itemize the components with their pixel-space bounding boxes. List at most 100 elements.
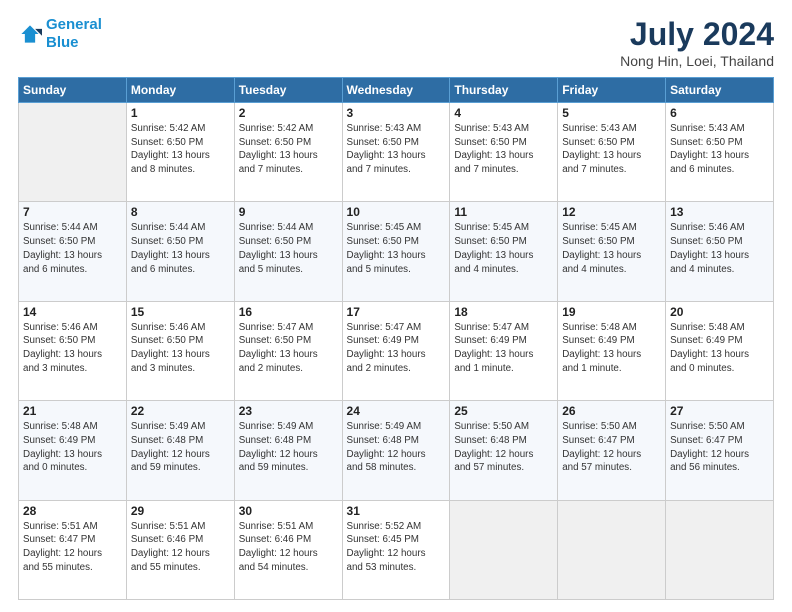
day-info: Sunrise: 5:49 AM Sunset: 6:48 PM Dayligh… bbox=[239, 420, 338, 475]
calendar-cell: 3 Sunrise: 5:43 AM Sunset: 6:50 PM Daylig… bbox=[342, 103, 450, 202]
day-info: Sunrise: 5:47 AM Sunset: 6:50 PM Dayligh… bbox=[239, 321, 338, 376]
day-number: 31 bbox=[347, 504, 446, 518]
day-info: Sunrise: 5:47 AM Sunset: 6:49 PM Dayligh… bbox=[454, 321, 553, 376]
day-info: Sunrise: 5:52 AM Sunset: 6:45 PM Dayligh… bbox=[347, 520, 446, 575]
day-number: 5 bbox=[562, 106, 661, 120]
day-info: Sunrise: 5:42 AM Sunset: 6:50 PM Dayligh… bbox=[131, 122, 230, 177]
day-number: 23 bbox=[239, 404, 338, 418]
day-number: 18 bbox=[454, 305, 553, 319]
calendar-cell: 18 Sunrise: 5:47 AM Sunset: 6:49 PM Dayli… bbox=[450, 301, 558, 400]
calendar-week-5: 28 Sunrise: 5:51 AM Sunset: 6:47 PM Dayli… bbox=[19, 500, 774, 599]
day-number: 24 bbox=[347, 404, 446, 418]
header-cell-friday: Friday bbox=[558, 78, 666, 103]
calendar-week-1: 1 Sunrise: 5:42 AM Sunset: 6:50 PM Daylig… bbox=[19, 103, 774, 202]
day-info: Sunrise: 5:46 AM Sunset: 6:50 PM Dayligh… bbox=[23, 321, 122, 376]
calendar-cell: 31 Sunrise: 5:52 AM Sunset: 6:45 PM Dayli… bbox=[342, 500, 450, 599]
calendar-cell: 15 Sunrise: 5:46 AM Sunset: 6:50 PM Dayli… bbox=[126, 301, 234, 400]
day-info: Sunrise: 5:50 AM Sunset: 6:47 PM Dayligh… bbox=[562, 420, 661, 475]
day-info: Sunrise: 5:46 AM Sunset: 6:50 PM Dayligh… bbox=[131, 321, 230, 376]
calendar-cell: 27 Sunrise: 5:50 AM Sunset: 6:47 PM Dayli… bbox=[666, 401, 774, 500]
day-info: Sunrise: 5:50 AM Sunset: 6:48 PM Dayligh… bbox=[454, 420, 553, 475]
calendar-cell: 26Sunrise: 5:50 AM Sunset: 6:47 PM Dayli… bbox=[558, 401, 666, 500]
calendar-week-2: 7 Sunrise: 5:44 AM Sunset: 6:50 PM Daylig… bbox=[19, 202, 774, 301]
calendar-cell: 1 Sunrise: 5:42 AM Sunset: 6:50 PM Daylig… bbox=[126, 103, 234, 202]
day-info: Sunrise: 5:47 AM Sunset: 6:49 PM Dayligh… bbox=[347, 321, 446, 376]
day-number: 6 bbox=[670, 106, 769, 120]
calendar-cell: 30Sunrise: 5:51 AM Sunset: 6:46 PM Dayli… bbox=[234, 500, 342, 599]
day-info: Sunrise: 5:44 AM Sunset: 6:50 PM Dayligh… bbox=[131, 221, 230, 276]
day-info: Sunrise: 5:43 AM Sunset: 6:50 PM Dayligh… bbox=[454, 122, 553, 177]
calendar-cell: 6Sunrise: 5:43 AM Sunset: 6:50 PM Daylig… bbox=[666, 103, 774, 202]
day-info: Sunrise: 5:49 AM Sunset: 6:48 PM Dayligh… bbox=[347, 420, 446, 475]
day-number: 10 bbox=[347, 205, 446, 219]
day-info: Sunrise: 5:51 AM Sunset: 6:46 PM Dayligh… bbox=[131, 520, 230, 575]
calendar-cell: 22 Sunrise: 5:49 AM Sunset: 6:48 PM Dayli… bbox=[126, 401, 234, 500]
day-info: Sunrise: 5:43 AM Sunset: 6:50 PM Dayligh… bbox=[347, 122, 446, 177]
calendar-cell: 4 Sunrise: 5:43 AM Sunset: 6:50 PM Daylig… bbox=[450, 103, 558, 202]
calendar-cell: 16 Sunrise: 5:47 AM Sunset: 6:50 PM Dayli… bbox=[234, 301, 342, 400]
day-info: Sunrise: 5:42 AM Sunset: 6:50 PM Dayligh… bbox=[239, 122, 338, 177]
day-info: Sunrise: 5:51 AM Sunset: 6:46 PM Dayligh… bbox=[239, 520, 338, 575]
header: General Blue July 2024 Nong Hin, Loei, T… bbox=[18, 16, 774, 69]
day-number: 4 bbox=[454, 106, 553, 120]
logo-text: General Blue bbox=[46, 16, 102, 52]
calendar-week-3: 14 Sunrise: 5:46 AM Sunset: 6:50 PM Dayli… bbox=[19, 301, 774, 400]
day-info: Sunrise: 5:44 AM Sunset: 6:50 PM Dayligh… bbox=[239, 221, 338, 276]
calendar-cell: 11Sunrise: 5:45 AM Sunset: 6:50 PM Dayli… bbox=[450, 202, 558, 301]
calendar-cell: 29Sunrise: 5:51 AM Sunset: 6:46 PM Dayli… bbox=[126, 500, 234, 599]
day-number: 21 bbox=[23, 404, 122, 418]
day-info: Sunrise: 5:45 AM Sunset: 6:50 PM Dayligh… bbox=[562, 221, 661, 276]
day-number: 27 bbox=[670, 404, 769, 418]
day-info: Sunrise: 5:49 AM Sunset: 6:48 PM Dayligh… bbox=[131, 420, 230, 475]
calendar-cell: 21 Sunrise: 5:48 AM Sunset: 6:49 PM Dayli… bbox=[19, 401, 127, 500]
page: General Blue July 2024 Nong Hin, Loei, T… bbox=[0, 0, 792, 612]
header-cell-tuesday: Tuesday bbox=[234, 78, 342, 103]
calendar-cell: 28 Sunrise: 5:51 AM Sunset: 6:47 PM Dayli… bbox=[19, 500, 127, 599]
calendar-cell: 13Sunrise: 5:46 AM Sunset: 6:50 PM Dayli… bbox=[666, 202, 774, 301]
calendar-cell: 10 Sunrise: 5:45 AM Sunset: 6:50 PM Dayli… bbox=[342, 202, 450, 301]
calendar-cell: 17 Sunrise: 5:47 AM Sunset: 6:49 PM Dayli… bbox=[342, 301, 450, 400]
day-number: 14 bbox=[23, 305, 122, 319]
header-cell-wednesday: Wednesday bbox=[342, 78, 450, 103]
month-title: July 2024 bbox=[620, 16, 774, 53]
calendar-cell bbox=[19, 103, 127, 202]
calendar-header-row: SundayMondayTuesdayWednesdayThursdayFrid… bbox=[19, 78, 774, 103]
calendar-cell bbox=[666, 500, 774, 599]
calendar-cell bbox=[450, 500, 558, 599]
calendar-cell: 14 Sunrise: 5:46 AM Sunset: 6:50 PM Dayli… bbox=[19, 301, 127, 400]
header-cell-thursday: Thursday bbox=[450, 78, 558, 103]
calendar-cell: 8Sunrise: 5:44 AM Sunset: 6:50 PM Daylig… bbox=[126, 202, 234, 301]
day-info: Sunrise: 5:46 AM Sunset: 6:50 PM Dayligh… bbox=[670, 221, 769, 276]
calendar-cell: 19Sunrise: 5:48 AM Sunset: 6:49 PM Dayli… bbox=[558, 301, 666, 400]
day-number: 7 bbox=[23, 205, 122, 219]
day-info: Sunrise: 5:45 AM Sunset: 6:50 PM Dayligh… bbox=[347, 221, 446, 276]
day-number: 22 bbox=[131, 404, 230, 418]
calendar-week-4: 21 Sunrise: 5:48 AM Sunset: 6:49 PM Dayli… bbox=[19, 401, 774, 500]
day-info: Sunrise: 5:51 AM Sunset: 6:47 PM Dayligh… bbox=[23, 520, 122, 575]
calendar-cell: 23 Sunrise: 5:49 AM Sunset: 6:48 PM Dayli… bbox=[234, 401, 342, 500]
day-info: Sunrise: 5:48 AM Sunset: 6:49 PM Dayligh… bbox=[23, 420, 122, 475]
calendar-cell: 9 Sunrise: 5:44 AM Sunset: 6:50 PM Daylig… bbox=[234, 202, 342, 301]
day-number: 28 bbox=[23, 504, 122, 518]
location: Nong Hin, Loei, Thailand bbox=[620, 53, 774, 69]
day-number: 16 bbox=[239, 305, 338, 319]
calendar-table: SundayMondayTuesdayWednesdayThursdayFrid… bbox=[18, 77, 774, 600]
day-info: Sunrise: 5:48 AM Sunset: 6:49 PM Dayligh… bbox=[670, 321, 769, 376]
header-cell-saturday: Saturday bbox=[666, 78, 774, 103]
calendar-cell: 12 Sunrise: 5:45 AM Sunset: 6:50 PM Dayli… bbox=[558, 202, 666, 301]
day-info: Sunrise: 5:50 AM Sunset: 6:47 PM Dayligh… bbox=[670, 420, 769, 475]
day-number: 17 bbox=[347, 305, 446, 319]
day-number: 3 bbox=[347, 106, 446, 120]
logo-icon bbox=[18, 22, 42, 46]
day-info: Sunrise: 5:45 AM Sunset: 6:50 PM Dayligh… bbox=[454, 221, 553, 276]
day-number: 9 bbox=[239, 205, 338, 219]
day-number: 1 bbox=[131, 106, 230, 120]
day-number: 2 bbox=[239, 106, 338, 120]
calendar-cell: 24 Sunrise: 5:49 AM Sunset: 6:48 PM Dayli… bbox=[342, 401, 450, 500]
title-block: July 2024 Nong Hin, Loei, Thailand bbox=[620, 16, 774, 69]
day-number: 12 bbox=[562, 205, 661, 219]
day-number: 19 bbox=[562, 305, 661, 319]
day-info: Sunrise: 5:43 AM Sunset: 6:50 PM Dayligh… bbox=[562, 122, 661, 177]
day-number: 15 bbox=[131, 305, 230, 319]
day-info: Sunrise: 5:44 AM Sunset: 6:50 PM Dayligh… bbox=[23, 221, 122, 276]
